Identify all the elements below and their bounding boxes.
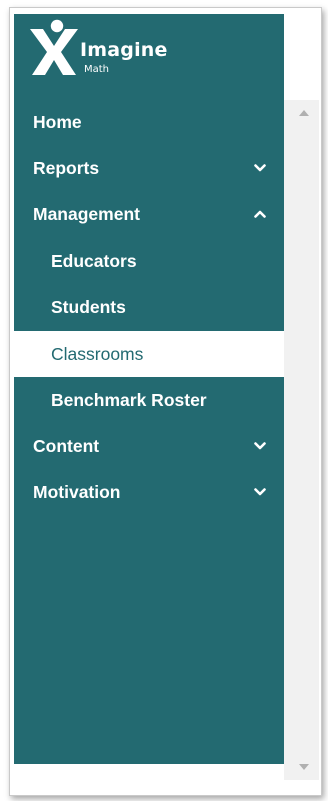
nav-item-management[interactable]: Management [14, 191, 284, 237]
brand-name: Imagine [80, 39, 168, 61]
nav-item-classrooms[interactable]: Classrooms [14, 331, 284, 377]
nav-item-label: Reports [33, 157, 100, 178]
chevron-up-icon [254, 210, 266, 218]
imagine-logo-icon [30, 19, 78, 75]
nav-item-label: Educators [51, 250, 137, 271]
nav-item-motivation[interactable]: Motivation [14, 469, 284, 515]
scroll-down-icon[interactable] [299, 764, 309, 770]
nav-item-home[interactable]: Home [14, 99, 284, 145]
nav-item-label: Students [51, 296, 126, 317]
nav-item-benchmark-roster[interactable]: Benchmark Roster [14, 377, 284, 423]
nav-item-label: Content [33, 435, 100, 456]
nav-item-label: Classrooms [51, 343, 144, 364]
scroll-up-icon[interactable] [299, 110, 309, 116]
nav-item-label: Benchmark Roster [51, 389, 207, 410]
vertical-scrollbar[interactable] [284, 100, 319, 780]
chevron-down-icon [254, 488, 266, 496]
brand-subtitle: Math [84, 64, 110, 75]
chevron-down-icon [254, 164, 266, 172]
app-logo[interactable]: Imagine Math [28, 19, 168, 79]
nav-item-students[interactable]: Students [14, 284, 284, 330]
nav-item-content[interactable]: Content [14, 423, 284, 469]
sidebar: Imagine Math Home Reports Management Edu… [14, 14, 284, 764]
nav-item-reports[interactable]: Reports [14, 145, 284, 191]
nav-item-label: Motivation [33, 481, 121, 502]
chevron-down-icon [254, 442, 266, 450]
nav-item-educators[interactable]: Educators [14, 238, 284, 284]
nav-item-label: Management [33, 203, 140, 224]
nav-item-label: Home [33, 111, 82, 132]
